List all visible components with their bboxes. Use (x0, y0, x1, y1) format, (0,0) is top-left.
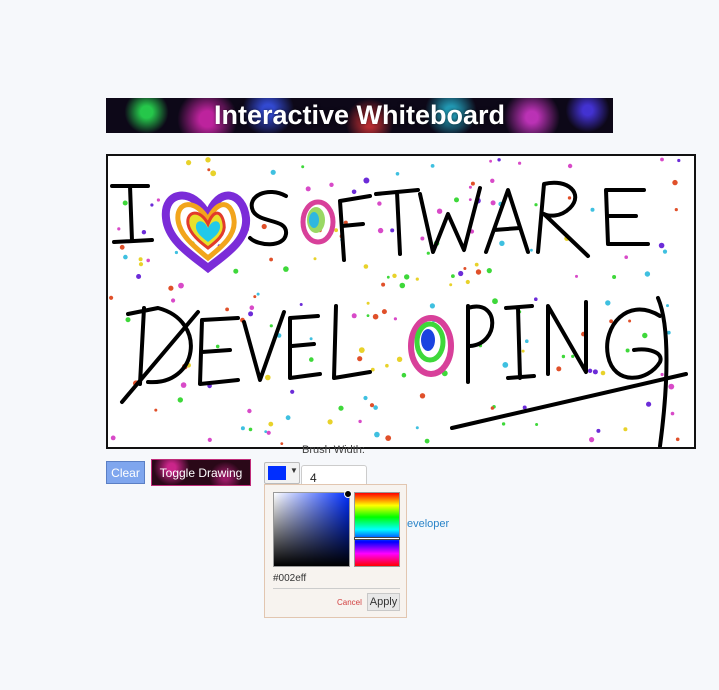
dropdown-arrow-icon: ▼ (290, 466, 298, 475)
whiteboard-drawing (109, 157, 688, 447)
hex-color-input[interactable]: #002eff (273, 573, 400, 589)
page-title: Interactive Whiteboard (213, 100, 506, 130)
toggle-drawing-button[interactable]: Toggle Drawing (151, 459, 251, 486)
apply-button[interactable]: Apply (367, 593, 400, 611)
saturation-handle[interactable] (344, 490, 352, 498)
selected-color-swatch (268, 466, 286, 480)
whiteboard-canvas[interactable] (106, 154, 696, 449)
o-drawing-2 (408, 315, 454, 377)
heart-drawing (161, 191, 251, 274)
brush-width-label: Brush Width: (302, 444, 365, 456)
o-drawing-1 (300, 199, 336, 245)
hue-handle[interactable] (354, 537, 400, 540)
clear-button[interactable]: Clear (106, 461, 145, 484)
cancel-button[interactable]: Cancel (337, 598, 362, 607)
color-picker-button[interactable]: ▼ (264, 462, 300, 484)
color-picker-popup: #002eff Cancel Apply (264, 484, 407, 618)
hue-slider[interactable] (354, 492, 400, 567)
title-banner: Interactive Whiteboard (106, 98, 613, 133)
developer-link[interactable]: eveloper (407, 518, 449, 530)
saturation-value-area[interactable] (273, 490, 352, 567)
